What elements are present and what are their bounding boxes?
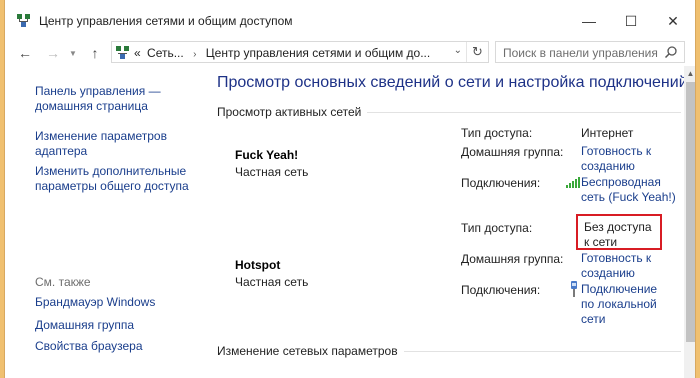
homegroup-label: Домашняя группа: xyxy=(461,252,564,266)
close-button[interactable]: ✕ xyxy=(653,8,693,34)
address-bar[interactable]: « Сеть... › Центр управления сетями и об… xyxy=(111,41,489,63)
search-placeholder: Поиск в панели управления xyxy=(503,46,658,60)
page-title: Просмотр основных сведений о сети и наст… xyxy=(217,74,688,91)
sidebar-link-homegroup[interactable]: Домашняя группа xyxy=(35,318,134,333)
up-button[interactable]: ↑ xyxy=(85,44,105,62)
minimize-button[interactable]: — xyxy=(569,8,609,34)
forward-arrow-icon: → xyxy=(46,45,60,61)
control-panel-window: Центр управления сетями и общим доступом… xyxy=(4,0,696,378)
highlight-box xyxy=(576,214,662,250)
breadcrumb-network-center[interactable]: Центр управления сетями и общим до... xyxy=(206,46,430,60)
ethernet-icon xyxy=(571,281,577,297)
breadcrumb-overflow[interactable]: « xyxy=(134,46,141,60)
sidebar-link-adapter-settings[interactable]: Изменение параметров адаптера xyxy=(35,129,185,159)
maximize-button[interactable]: ☐ xyxy=(611,8,651,34)
homegroup-link[interactable]: Готовность к созданию xyxy=(581,251,671,281)
wifi-signal-icon xyxy=(566,177,580,188)
local-connection-link[interactable]: Подключение по локальной сети xyxy=(581,282,671,327)
chevron-down-icon: ▼ xyxy=(69,48,77,58)
search-icon[interactable] xyxy=(664,45,678,59)
network-type[interactable]: Частная сеть xyxy=(235,165,308,179)
up-arrow-icon: ↑ xyxy=(91,45,99,61)
refresh-button[interactable]: ↻ xyxy=(466,42,488,62)
minimize-icon: — xyxy=(582,13,596,29)
breadcrumb-network[interactable]: Сеть... xyxy=(147,46,184,60)
change-settings-heading: Изменение сетевых параметров xyxy=(217,344,404,358)
access-type-label: Тип доступа: xyxy=(461,221,533,235)
wireless-connection-link[interactable]: Беспроводная сеть (Fuck Yeah!) xyxy=(581,175,681,205)
breadcrumb: « Сеть... › Центр управления сетями и об… xyxy=(134,46,430,60)
connections-label: Подключения: xyxy=(461,283,541,297)
scroll-up-icon[interactable]: ▲ xyxy=(684,66,695,80)
refresh-icon: ↻ xyxy=(472,44,483,59)
network-name: Fuck Yeah! xyxy=(235,148,299,162)
access-type-label: Тип доступа: xyxy=(461,126,533,140)
sidebar-link-control-panel-home[interactable]: Панель управления — домашняя страница xyxy=(35,84,185,114)
title-bar[interactable]: Центр управления сетями и общим доступом… xyxy=(5,0,695,40)
vertical-scrollbar[interactable]: ▲ xyxy=(684,66,695,378)
sidebar-link-sharing-settings[interactable]: Изменить дополнительные параметры общего… xyxy=(35,164,195,194)
network-type[interactable]: Частная сеть xyxy=(235,275,308,289)
active-networks-heading: Просмотр активных сетей xyxy=(217,105,368,119)
navigation-bar: ← → ▼ ↑ « Сеть... › Центр управления сет… xyxy=(5,40,695,66)
access-type-value: Интернет xyxy=(581,126,634,140)
see-also-heading: См. также xyxy=(35,275,91,289)
recent-locations-button[interactable]: ▼ xyxy=(67,44,79,62)
homegroup-label: Домашняя группа: xyxy=(461,145,564,159)
scroll-thumb[interactable] xyxy=(686,82,695,342)
maximize-icon: ☐ xyxy=(624,12,638,29)
connections-label: Подключения: xyxy=(461,176,541,190)
breadcrumb-separator-icon: › xyxy=(193,49,197,60)
network-center-icon xyxy=(17,14,30,27)
sidebar-link-firewall[interactable]: Брандмауэр Windows xyxy=(35,295,155,310)
sidebar-link-browser-properties[interactable]: Свойства браузера xyxy=(35,339,143,354)
homegroup-link[interactable]: Готовность к созданию xyxy=(581,144,671,174)
search-input[interactable]: Поиск в панели управления xyxy=(495,41,685,63)
window-title: Центр управления сетями и общим доступом xyxy=(39,14,293,28)
back-arrow-icon: ← xyxy=(18,45,32,61)
network-center-icon xyxy=(116,46,129,59)
forward-button[interactable]: → xyxy=(43,44,63,62)
back-button[interactable]: ← xyxy=(15,44,35,62)
network-name: Hotspot xyxy=(235,258,281,272)
close-icon: ✕ xyxy=(667,12,679,29)
chevron-down-icon[interactable]: ⌄ xyxy=(454,45,462,56)
